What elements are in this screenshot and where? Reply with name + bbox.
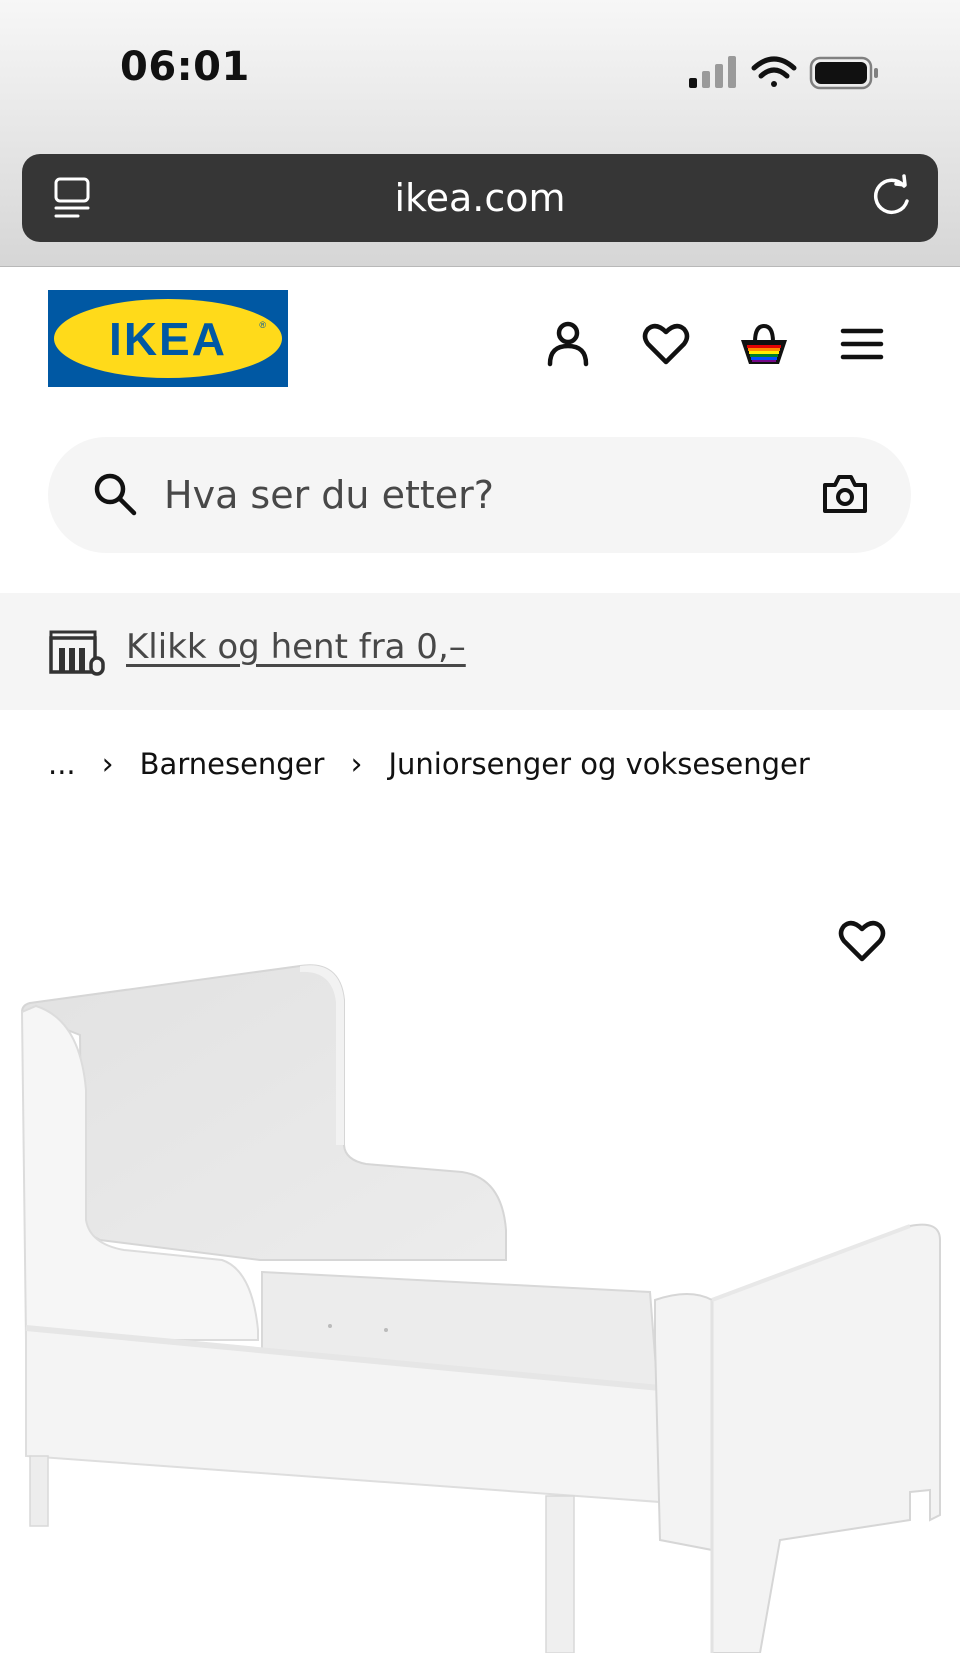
chevron-right-icon: › xyxy=(101,746,114,782)
breadcrumb-item-juniorsenger[interactable]: Juniorsenger og voksesenger xyxy=(388,747,809,781)
breadcrumb: ... › Barnesenger › Juniorsenger og voks… xyxy=(48,742,810,786)
registered-mark: ® xyxy=(259,320,266,330)
search-input[interactable] xyxy=(164,463,724,527)
status-time: 06:01 xyxy=(120,44,250,90)
camera-icon[interactable] xyxy=(821,471,869,517)
logo-text: IKEA xyxy=(109,313,227,365)
menu-icon[interactable] xyxy=(836,318,888,370)
address-bar[interactable]: ikea.com xyxy=(22,154,938,242)
breadcrumb-ellipsis[interactable]: ... xyxy=(48,747,76,781)
promo-banner: Klikk og hent fra 0,– xyxy=(0,593,960,710)
site-header: IKEA ® xyxy=(0,268,960,408)
store-icon xyxy=(49,630,105,676)
heart-icon[interactable] xyxy=(640,318,692,370)
favorite-heart-icon[interactable] xyxy=(836,916,888,964)
chevron-right-icon: › xyxy=(350,746,363,782)
browser-chrome: 06:01 ikea.com xyxy=(0,0,960,267)
battery-icon xyxy=(809,56,878,90)
signal-icon xyxy=(689,56,736,88)
shopping-bag-icon[interactable] xyxy=(738,318,790,370)
bed-image xyxy=(20,964,941,1653)
search-bar[interactable] xyxy=(48,437,911,553)
reload-icon[interactable] xyxy=(866,172,916,222)
click-collect-link[interactable]: Klikk og hent fra 0,– xyxy=(126,627,466,667)
wifi-icon xyxy=(751,56,797,87)
status-icons xyxy=(689,56,878,90)
url-text[interactable]: ikea.com xyxy=(22,176,938,220)
product-image[interactable] xyxy=(0,860,960,1653)
breadcrumb-item-barnesenger[interactable]: Barnesenger xyxy=(140,747,325,781)
profile-icon[interactable] xyxy=(542,318,594,370)
search-icon xyxy=(94,473,137,516)
ikea-logo[interactable]: IKEA ® xyxy=(48,290,288,387)
